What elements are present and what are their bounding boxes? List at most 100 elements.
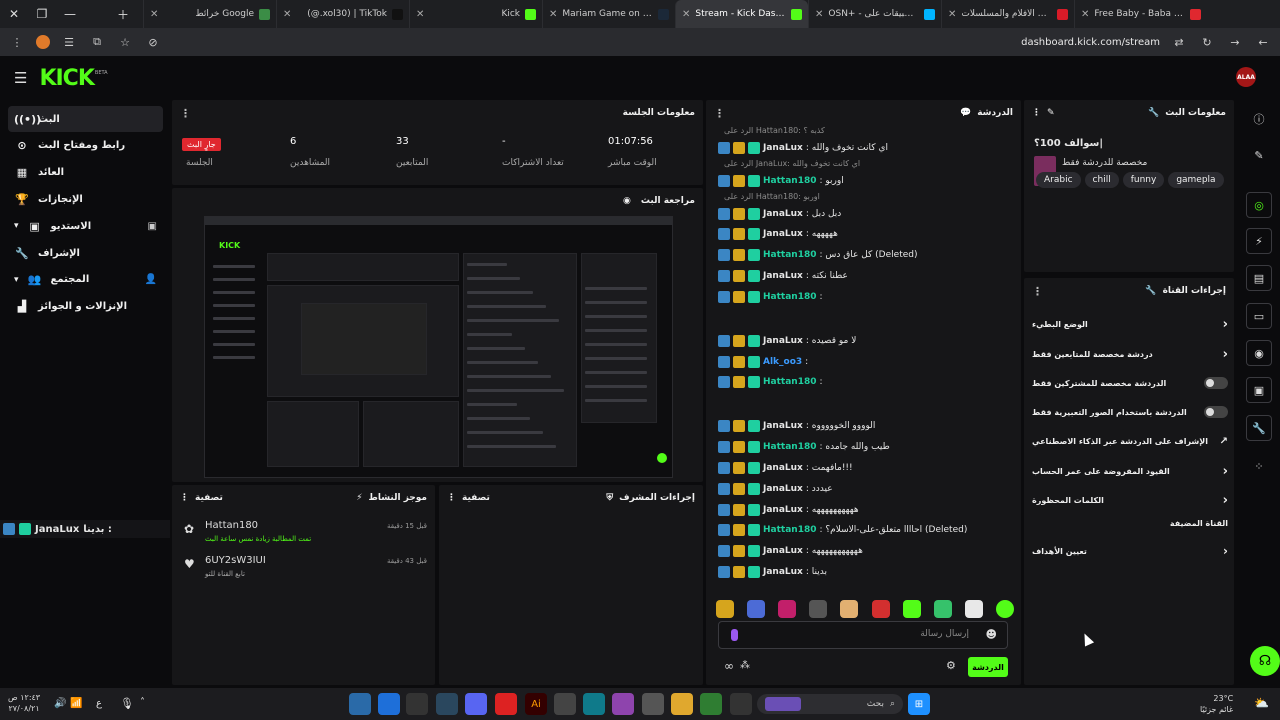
activity-user[interactable]: 6UY2sW3IUI [205, 555, 266, 566]
chat-username[interactable]: JanaLux [763, 229, 803, 239]
chat-message[interactable]: JanaLux : ههههههههههه [718, 500, 1011, 520]
acrobat-icon[interactable] [495, 693, 517, 715]
weather-widget[interactable]: 23°C غائم جزئيًا [1200, 693, 1233, 715]
chat-message[interactable]: Alk_oo3 : [718, 352, 1011, 372]
speaker-icon[interactable]: 🔊 [54, 698, 66, 709]
toggle-switch[interactable] [1204, 406, 1228, 418]
nav-item[interactable]: ⊙ رابط ومفتاح البث [8, 133, 163, 159]
channel-action-row[interactable]: الكلمات المحظورة › [1032, 487, 1228, 513]
chat-username[interactable]: Hattan180 [763, 377, 816, 387]
chat-message[interactable]: Hattan180 : [718, 372, 1011, 392]
forward-icon[interactable]: → [1226, 36, 1244, 49]
taskbar-app-icon[interactable] [349, 693, 371, 715]
nav-item[interactable]: 🏆 الإنجازات [8, 186, 163, 212]
chat-message[interactable]: JanaLux : عطنا نكته [718, 266, 1011, 286]
tab-close-icon[interactable]: ✕ [1081, 9, 1089, 20]
avatar[interactable]: ALAA [1236, 67, 1256, 87]
activity-menu-icon[interactable]: ⋮ [180, 493, 189, 503]
chat-message[interactable]: JanaLux : الوووو الخوووووه [718, 416, 1011, 436]
taskbar-search[interactable]: بحث ⌕ [757, 694, 903, 714]
chat-message[interactable]: Hattan180 : اوربو [718, 171, 1011, 191]
browser-tab[interactable]: ✕ خرائط Google [143, 0, 276, 28]
back-icon[interactable]: ← [1254, 36, 1272, 49]
nav-item[interactable]: ▾ 👥 المجتمع 👤 [8, 267, 163, 293]
copilot-icon[interactable] [612, 693, 634, 715]
menu-dots-icon[interactable]: ⋮ [8, 36, 26, 49]
studio-launch-icon[interactable]: ▣ [148, 221, 157, 232]
file-explorer-icon[interactable] [671, 693, 693, 715]
reading-list-icon[interactable]: ☰ [60, 36, 78, 49]
emoji-picker-icon[interactable]: ☻ [986, 628, 997, 641]
microphone-icon[interactable] [731, 629, 738, 641]
browser-tab[interactable]: ✕ Kick [409, 0, 542, 28]
nav-item[interactable]: 🔧 الإشراف [8, 240, 163, 266]
url-text[interactable]: dashboard.kick.com/stream [1021, 37, 1160, 48]
emote-icon[interactable] [902, 600, 921, 618]
bolt-toggle-icon[interactable]: ⚡ [1246, 228, 1272, 254]
tray-expand-icon[interactable]: ˄ [140, 697, 145, 708]
toggle-switch[interactable] [1204, 377, 1228, 389]
infinity-icon[interactable]: ∞ [724, 659, 734, 673]
wifi-icon[interactable]: 📶 [70, 698, 82, 709]
restore-window-icon[interactable]: ❐ [28, 0, 56, 28]
broadcast-toggle-icon[interactable]: ◉ [1246, 340, 1272, 366]
chat-username[interactable]: JanaLux [763, 463, 803, 473]
mod-toggle-icon[interactable]: ▣ [1246, 377, 1272, 403]
browser-tab[interactable]: ✕ شاهد أفضل الأفلام والمسلسلات [941, 0, 1074, 28]
chat-username[interactable]: JanaLux [763, 271, 803, 281]
category-name[interactable]: مخصصة للدردشة فقط [1062, 158, 1147, 168]
edit-pencil-icon[interactable]: ✎ [1047, 108, 1055, 118]
chat-username[interactable]: JanaLux [763, 209, 803, 219]
stream-tag[interactable]: chill [1084, 172, 1119, 188]
chat-username[interactable]: Alk_oo3 [763, 357, 802, 367]
emote-icon[interactable] [778, 600, 797, 618]
browser-tab[interactable]: ✕ (@.xol30) | TikTok [276, 0, 409, 28]
wrench-toggle-icon[interactable]: 🔧 [1246, 415, 1272, 441]
chat-message[interactable]: JanaLux : عيددد [718, 479, 1011, 499]
chat-input[interactable]: إرسال رسالة ☻ [718, 621, 1008, 649]
stream-preview-video[interactable]: KICK [204, 216, 673, 478]
taskbar-app-icon[interactable] [642, 693, 664, 715]
chat-message[interactable]: Hattan180 : كل عاق دس (Deleted) [718, 245, 1011, 265]
tab-close-icon[interactable]: ✕ [150, 9, 158, 20]
preview-toggle-icon[interactable]: ◎ [1246, 192, 1272, 218]
chat-message[interactable]: JanaLux : لا مو قصيده [718, 331, 1011, 351]
channel-action-row[interactable]: الوضع البطيء › [1032, 311, 1228, 337]
channel-action-row[interactable]: الدردشة مخصصة للمشتركين فقط [1032, 370, 1228, 396]
chat-username[interactable]: JanaLux [763, 336, 803, 346]
nav-item[interactable]: ((•)) البث [8, 106, 163, 132]
channel-action-row[interactable]: القيود المفروضة على عمر الحساب › [1032, 458, 1228, 484]
clock[interactable]: ١٢:٤٣ ص ٢٧/٠٨/٢١ [8, 692, 40, 714]
emote-icon[interactable] [964, 600, 983, 618]
microphone-tray-icon[interactable]: 🎙 [120, 697, 134, 710]
channel-actions-menu-icon[interactable]: ⋮ [1032, 285, 1043, 298]
close-window-icon[interactable]: ✕ [0, 0, 28, 28]
user-plus-icon[interactable]: 👤 [145, 274, 157, 285]
nav-item[interactable]: ▟ الإنزالات و الجوائز [8, 294, 163, 320]
chat-menu-icon[interactable]: ⋮ [714, 107, 725, 120]
emote-icon[interactable] [840, 600, 859, 618]
tab-close-icon[interactable]: ✕ [682, 9, 690, 20]
new-tab-icon[interactable]: ＋ [109, 0, 137, 28]
chrome-icon[interactable] [700, 693, 722, 715]
bookmark-star-icon[interactable]: ☆ [116, 36, 134, 49]
discord-icon[interactable] [465, 693, 487, 715]
chat-username[interactable]: Hattan180 [763, 176, 816, 186]
emote-icon[interactable] [747, 600, 766, 618]
activity-user[interactable]: Hattan180 [205, 520, 258, 531]
more-dots-icon[interactable]: ⁘ [1246, 453, 1272, 479]
chat-message[interactable]: JanaLux : هههههههههههه [718, 541, 1011, 561]
task-view-icon[interactable] [730, 693, 752, 715]
illustrator-icon[interactable]: Ai [525, 693, 547, 715]
steam-icon[interactable] [436, 693, 458, 715]
browser-tab[interactable]: ✕ Mariam Game on Steam [542, 0, 675, 28]
tab-close-icon[interactable]: ✕ [549, 9, 557, 20]
browser-tab[interactable]: ✕ OSN+ - التطبيقات على [808, 0, 941, 28]
input-language[interactable]: ع [96, 698, 102, 709]
extension-icon[interactable] [36, 35, 50, 49]
dots-group-icon[interactable]: ⁂ [740, 660, 750, 671]
browser-tab[interactable]: ✕ Stream - Kick Dashbo [675, 0, 808, 28]
hamburger-menu-icon[interactable]: ☰ [14, 69, 27, 87]
chat-username[interactable]: JanaLux [763, 143, 803, 153]
emote-icon[interactable] [809, 600, 828, 618]
